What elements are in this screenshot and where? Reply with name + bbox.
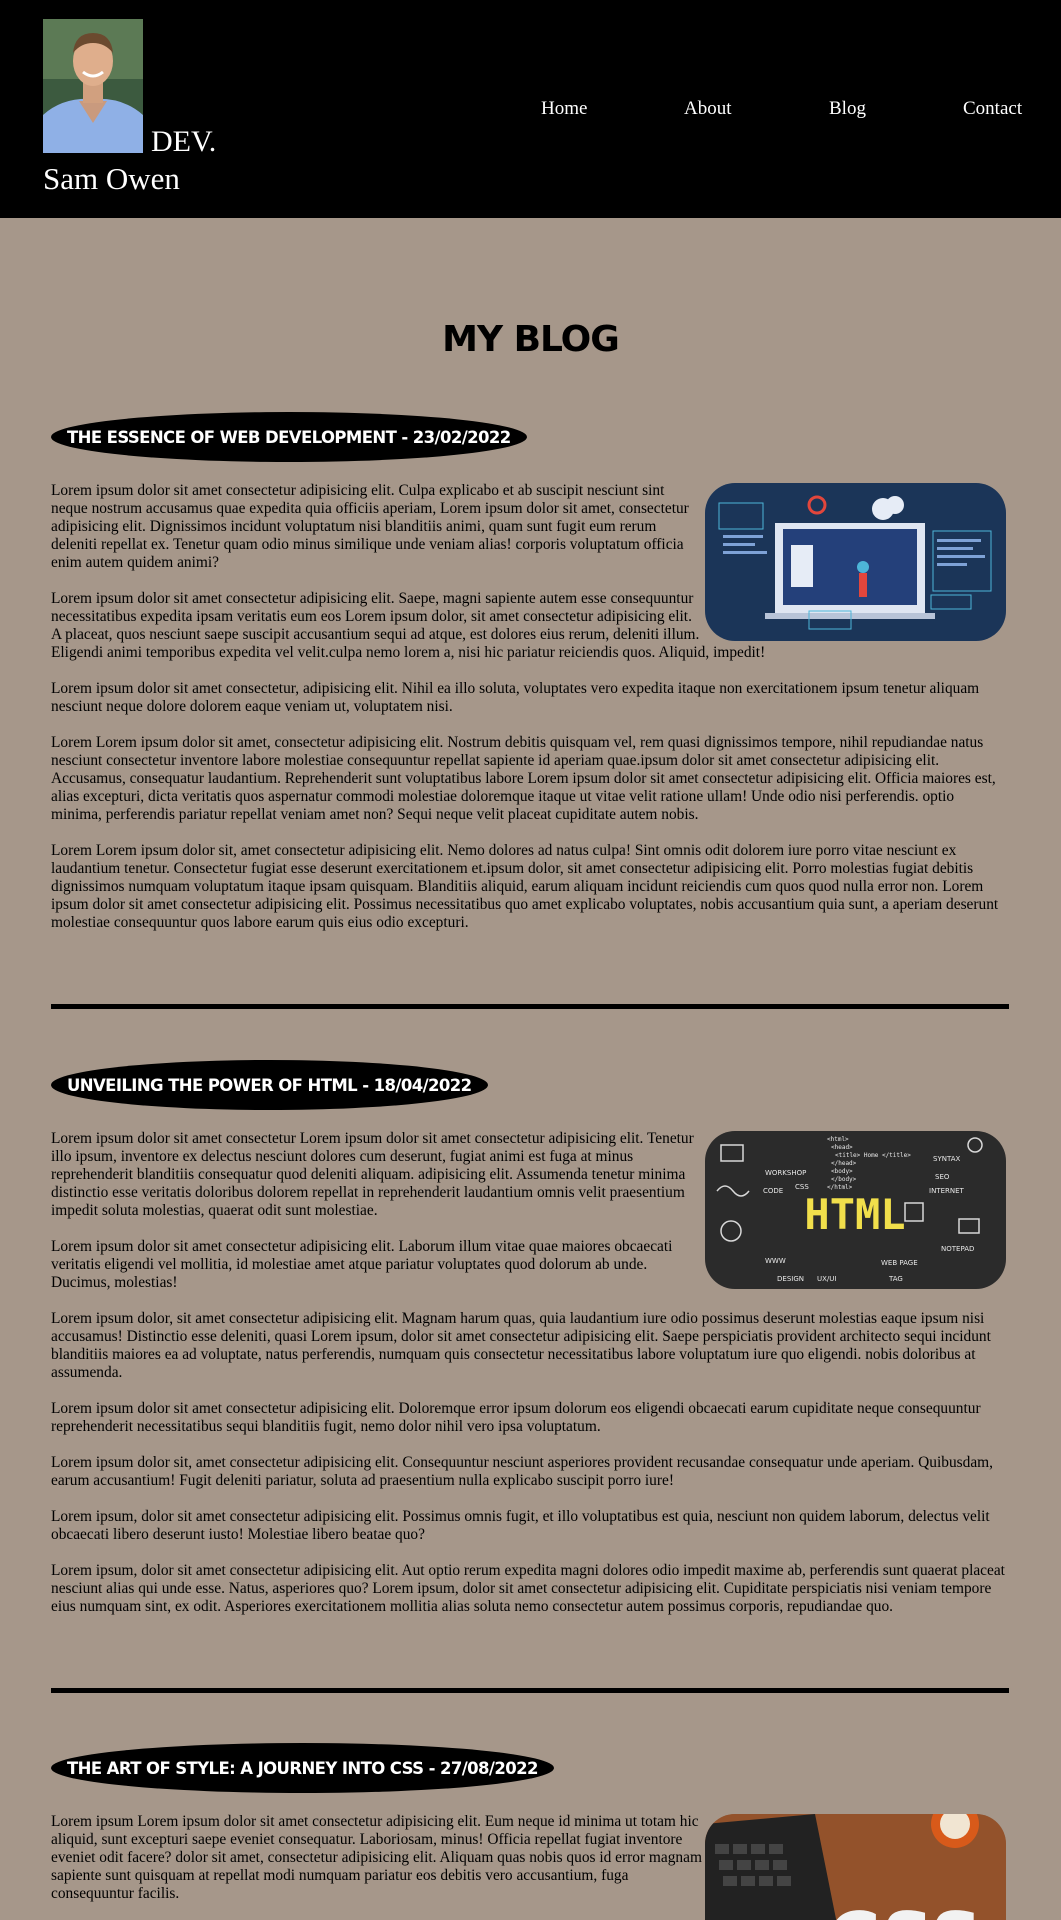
post-paragraph: Lorem ipsum dolor, sit amet consectetur … bbox=[51, 1310, 991, 1381]
post-paragraph: Lorem ipsum dolor sit, amet consectetur … bbox=[51, 1454, 993, 1489]
nav-blog[interactable]: Blog bbox=[829, 97, 866, 121]
post-body: CSS Lorem ipsum Lorem ipsum dolor sit am… bbox=[51, 1813, 1006, 1920]
post-title: THE ART OF STYLE: A JOURNEY INTO CSS - 2… bbox=[51, 1743, 554, 1793]
svg-text:TAG: TAG bbox=[888, 1275, 903, 1283]
post-paragraph: Lorem ipsum dolor sit amet consectetur a… bbox=[51, 1400, 981, 1435]
svg-text:<head>: <head> bbox=[831, 1144, 853, 1151]
nav-about[interactable]: About bbox=[684, 97, 732, 121]
section-divider bbox=[51, 1004, 1009, 1009]
svg-text:SEO: SEO bbox=[935, 1173, 950, 1181]
post-paragraph: Lorem Lorem ipsum dolor sit, amet consec… bbox=[51, 842, 999, 931]
post-title: UNVEILING THE POWER OF HTML - 18/04/2022 bbox=[51, 1060, 488, 1110]
svg-text:CSS: CSS bbox=[795, 1183, 809, 1191]
svg-text:NOTEPAD: NOTEPAD bbox=[941, 1245, 974, 1253]
post-paragraph: Lorem ipsum dolor sit amet consectetur, … bbox=[51, 680, 980, 715]
post-body: HTML WORKSHOP CODE CSS SYNTAX SEO INTERN… bbox=[51, 1130, 1006, 1634]
svg-text:WWW: WWW bbox=[765, 1257, 786, 1265]
brand-dev-label: DEV. bbox=[151, 125, 217, 158]
post-title: THE ESSENCE OF WEB DEVELOPMENT - 23/02/2… bbox=[51, 412, 527, 462]
web-development-image bbox=[705, 483, 1006, 641]
svg-text:WORKSHOP: WORKSHOP bbox=[765, 1169, 806, 1177]
svg-text:UX/UI: UX/UI bbox=[817, 1275, 836, 1283]
svg-text:SYNTAX: SYNTAX bbox=[933, 1155, 960, 1163]
svg-text:<title> Home </title>: <title> Home </title> bbox=[835, 1152, 911, 1159]
html-main-label: HTML bbox=[804, 1190, 905, 1239]
html-chalkboard-image: HTML WORKSHOP CODE CSS SYNTAX SEO INTERN… bbox=[705, 1131, 1006, 1289]
css-desk-image: CSS bbox=[705, 1814, 1006, 1920]
profile-photo bbox=[43, 19, 143, 153]
svg-text:</body>: </body> bbox=[831, 1176, 857, 1183]
section-divider bbox=[51, 1688, 1009, 1693]
svg-text:WEB PAGE: WEB PAGE bbox=[881, 1259, 918, 1267]
post-paragraph: Lorem Lorem ipsum dolor sit amet, consec… bbox=[51, 734, 996, 823]
svg-text:<html>: <html> bbox=[827, 1136, 849, 1143]
svg-text:DESIGN: DESIGN bbox=[777, 1275, 804, 1283]
post-paragraph: Lorem ipsum, dolor sit amet consectetur … bbox=[51, 1562, 1005, 1615]
css-main-label: CSS bbox=[828, 1897, 983, 1920]
post-body: Lorem ipsum dolor sit amet consectetur a… bbox=[51, 482, 1006, 950]
page-title: MY BLOG bbox=[442, 319, 620, 360]
svg-text:</head>: </head> bbox=[831, 1160, 857, 1167]
svg-text:</html>: </html> bbox=[827, 1184, 853, 1191]
nav-contact[interactable]: Contact bbox=[963, 97, 1022, 121]
svg-text:INTERNET: INTERNET bbox=[929, 1187, 965, 1195]
site-header: DEV. Sam Owen Home About Blog Contact bbox=[0, 0, 1061, 218]
brand-name: Sam Owen bbox=[43, 161, 180, 196]
svg-text:<body>: <body> bbox=[831, 1168, 853, 1175]
nav-home[interactable]: Home bbox=[541, 97, 587, 121]
svg-text:CODE: CODE bbox=[763, 1187, 783, 1195]
post-paragraph: Lorem ipsum, dolor sit amet consectetur … bbox=[51, 1508, 990, 1543]
